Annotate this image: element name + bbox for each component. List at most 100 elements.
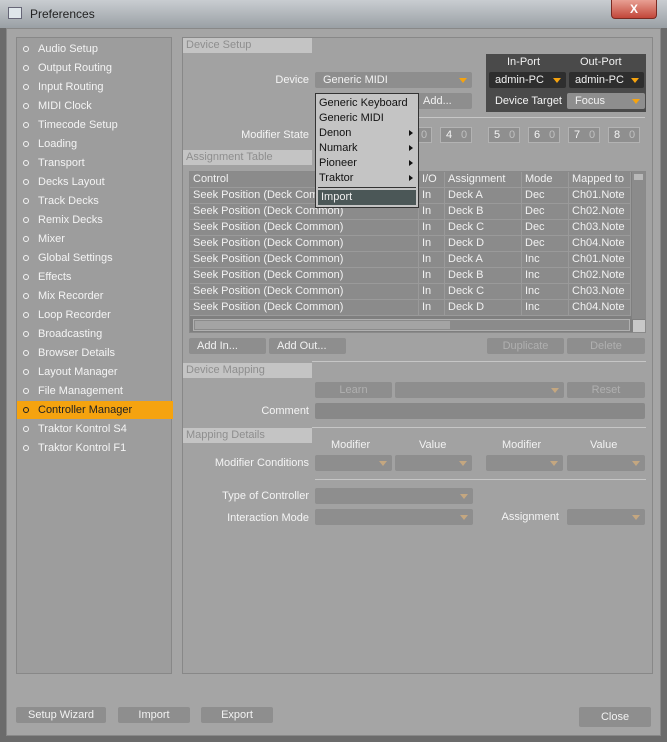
value-2-dropdown[interactable]: [567, 455, 645, 471]
modifier-state-label: Modifier State: [241, 129, 309, 141]
section-device-setup: Device Setup: [183, 38, 312, 53]
sidebar-item-global-settings[interactable]: Global Settings: [17, 249, 173, 267]
add-out-button[interactable]: Add Out...: [269, 338, 346, 354]
modifier-2-dropdown[interactable]: [486, 455, 563, 471]
menu-item-label: Pioneer: [319, 157, 357, 169]
table-cell: Inc: [522, 284, 569, 300]
sidebar-item-label: Transport: [38, 157, 85, 169]
sidebar-item-loop-recorder[interactable]: Loop Recorder: [17, 306, 173, 324]
table-cell: Seek Position (Deck Common): [190, 236, 419, 252]
close-button[interactable]: Close: [579, 707, 651, 727]
sidebar-item-broadcasting[interactable]: Broadcasting: [17, 325, 173, 343]
sidebar-item-effects[interactable]: Effects: [17, 268, 173, 286]
section-assignment-table: Assignment Table: [183, 150, 312, 165]
sidebar-item-output-routing[interactable]: Output Routing: [17, 59, 173, 77]
table-cell: Inc: [522, 268, 569, 284]
radio-icon: [23, 179, 29, 185]
table-row[interactable]: Seek Position (Deck Common) In Deck A Inc Ch…: [190, 252, 631, 268]
reset-button[interactable]: Reset: [567, 382, 645, 398]
table-cell: In: [419, 252, 445, 268]
comment-input[interactable]: [315, 403, 645, 419]
sidebar-item-controller-manager[interactable]: Controller Manager: [17, 401, 173, 419]
radio-icon: [23, 312, 29, 318]
modifier-header-2: Modifier: [502, 439, 542, 451]
sidebar-item-remix-decks[interactable]: Remix Decks: [17, 211, 173, 229]
menu-item-traktor[interactable]: Traktor: [316, 171, 418, 186]
type-of-controller-label: Type of Controller: [222, 490, 309, 502]
device-dropdown[interactable]: Generic MIDI: [315, 72, 472, 88]
table-row[interactable]: Seek Position (Deck Common) In Deck D Inc Ch…: [190, 300, 631, 316]
export-button[interactable]: Export: [201, 707, 273, 723]
menu-item-pioneer[interactable]: Pioneer: [316, 156, 418, 171]
learn-button[interactable]: Learn: [315, 382, 392, 398]
setup-wizard-button[interactable]: Setup Wizard: [16, 707, 106, 723]
menu-item-numark[interactable]: Numark: [316, 141, 418, 156]
interaction-mode-dropdown[interactable]: [315, 509, 473, 525]
out-port-dropdown[interactable]: admin-PC: [569, 72, 644, 88]
modifier-state-7: 70: [568, 127, 600, 143]
horizontal-scrollbar[interactable]: [193, 319, 630, 331]
modifier-state-6: 60: [528, 127, 560, 143]
table-row[interactable]: Seek Position (Deck Common) In Deck D Dec Ch…: [190, 236, 631, 252]
modifier-number: 6: [534, 129, 541, 141]
radio-icon: [23, 369, 29, 375]
table-row[interactable]: Seek Position (Deck Common) In Deck B Inc Ch…: [190, 268, 631, 284]
sidebar-item-track-decks[interactable]: Track Decks: [17, 192, 173, 210]
section-device-mapping: Device Mapping: [183, 363, 312, 378]
menu-item-generic-midi[interactable]: Generic MIDI: [316, 111, 418, 126]
radio-icon: [23, 293, 29, 299]
learn-dropdown[interactable]: [395, 382, 564, 398]
add-in-button[interactable]: Add In...: [189, 338, 266, 354]
menu-item-denon[interactable]: Denon: [316, 126, 418, 141]
table-row[interactable]: Seek Position (Deck Common) In Deck C Dec Ch…: [190, 220, 631, 236]
sidebar-item-label: Input Routing: [38, 81, 104, 93]
value-header-1: Value: [419, 439, 447, 451]
sidebar-item-label: Remix Decks: [38, 214, 103, 226]
sidebar-item-transport[interactable]: Transport: [17, 154, 173, 172]
in-port-dropdown[interactable]: admin-PC: [489, 72, 566, 88]
vertical-scrollbar[interactable]: [632, 172, 645, 319]
sidebar-item-mix-recorder[interactable]: Mix Recorder: [17, 287, 173, 305]
sidebar-item-label: Decks Layout: [38, 176, 105, 188]
radio-icon: [23, 407, 29, 413]
menu-separator: [318, 187, 416, 188]
chevron-down-icon: [459, 461, 467, 466]
sidebar-item-label: MIDI Clock: [38, 100, 92, 112]
modifier-value: 0: [421, 129, 428, 141]
modifier-1-dropdown[interactable]: [315, 455, 392, 471]
radio-icon: [23, 160, 29, 166]
sidebar-item-decks-layout[interactable]: Decks Layout: [17, 173, 173, 191]
sidebar-item-audio-setup[interactable]: Audio Setup: [17, 40, 173, 58]
chevron-down-icon: [551, 388, 559, 393]
table-cell: Mode: [522, 172, 569, 188]
sidebar-item-traktor-kontrol-f1[interactable]: Traktor Kontrol F1: [17, 439, 173, 457]
sidebar-item-file-management[interactable]: File Management: [17, 382, 173, 400]
duplicate-button[interactable]: Duplicate: [487, 338, 564, 354]
sidebar-item-traktor-kontrol-s4[interactable]: Traktor Kontrol S4: [17, 420, 173, 438]
sidebar-item-mixer[interactable]: Mixer: [17, 230, 173, 248]
table-cell: Dec: [522, 188, 569, 204]
menu-item-import[interactable]: Import: [318, 190, 416, 205]
table-row[interactable]: Seek Position (Deck Common) In Deck C Inc Ch…: [190, 284, 631, 300]
assignment-dropdown[interactable]: [567, 509, 645, 525]
menu-item-label: Generic Keyboard: [319, 97, 408, 109]
sidebar-item-timecode-setup[interactable]: Timecode Setup: [17, 116, 173, 134]
sidebar-item-input-routing[interactable]: Input Routing: [17, 78, 173, 96]
sidebar-item-layout-manager[interactable]: Layout Manager: [17, 363, 173, 381]
menu-item-generic-keyboard[interactable]: Generic Keyboard: [316, 96, 418, 111]
import-button[interactable]: Import: [118, 707, 190, 723]
submenu-arrow-icon: [409, 175, 413, 181]
value-1-dropdown[interactable]: [395, 455, 472, 471]
close-window-button[interactable]: X: [611, 0, 657, 19]
chevron-down-icon: [460, 494, 468, 499]
sidebar: Audio Setup Output Routing Input Routing MI…: [16, 37, 173, 674]
type-of-controller-dropdown[interactable]: [315, 488, 473, 504]
device-target-dropdown[interactable]: Focus: [567, 93, 645, 109]
sidebar-item-loading[interactable]: Loading: [17, 135, 173, 153]
delete-button[interactable]: Delete: [567, 338, 645, 354]
menu-item-label: Traktor: [319, 172, 354, 184]
sidebar-item-browser-details[interactable]: Browser Details: [17, 344, 173, 362]
chevron-down-icon: [460, 515, 468, 520]
sidebar-item-midi-clock[interactable]: MIDI Clock: [17, 97, 173, 115]
table-cell: Deck C: [445, 220, 522, 236]
